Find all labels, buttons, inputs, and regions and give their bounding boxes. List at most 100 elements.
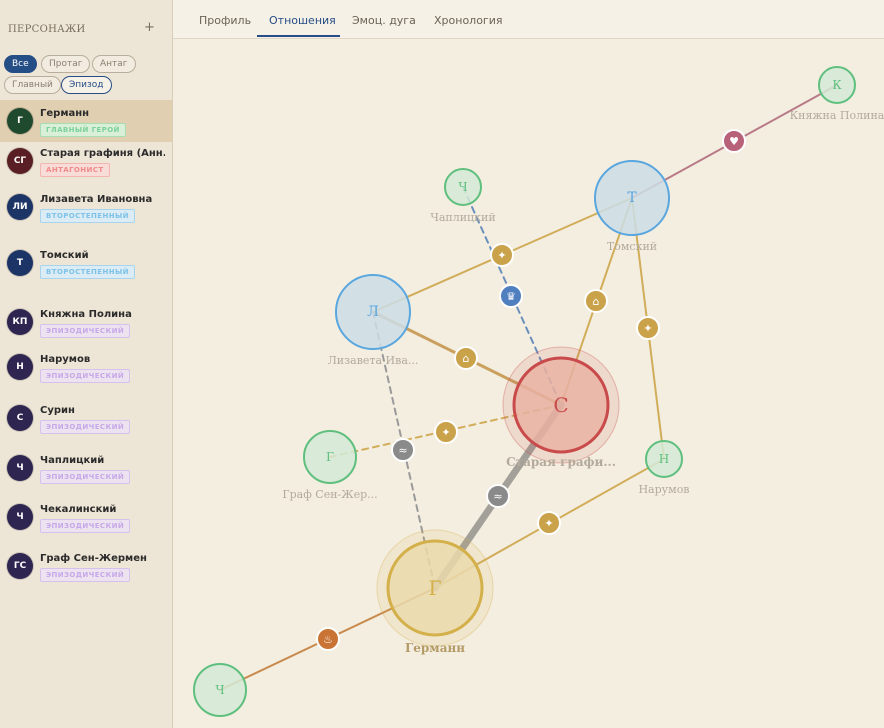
- character-node[interactable]: К Княжна Полина: [790, 66, 884, 122]
- avatar: Т: [7, 250, 33, 276]
- node-letter: Г: [428, 576, 441, 600]
- node-label: Томский: [607, 240, 657, 253]
- star-icon[interactable]: ✦: [636, 316, 660, 340]
- star-icon[interactable]: ✦: [537, 511, 561, 535]
- role-badge: ЭПИЗОДИЧЕСКИЙ: [40, 369, 131, 383]
- star-icon[interactable]: ✦: [434, 420, 458, 444]
- role-badge: ГЛАВНЫЙ ГЕРОЙ: [40, 123, 126, 137]
- character-item[interactable]: Ч Чаплицкий ЭПИЗОДИЧЕСКИЙ: [0, 447, 172, 489]
- filter-chip[interactable]: Протаг: [41, 55, 91, 73]
- character-item[interactable]: СГ Старая графиня (Анн... АНТАГОНИСТ: [0, 140, 172, 182]
- tab-relations[interactable]: Отношения: [269, 14, 336, 27]
- add-character-button[interactable]: +: [144, 20, 155, 35]
- avatar: Ч: [7, 455, 33, 481]
- character-item[interactable]: ЛИ Лизавета Ивановна ВТОРОСТЕПЕННЫЙ: [0, 186, 172, 228]
- node-letter: Г: [326, 450, 334, 464]
- role-badge: ЭПИЗОДИЧЕСКИЙ: [40, 519, 131, 533]
- node-letter: К: [832, 78, 842, 92]
- home-icon[interactable]: ⌂: [454, 346, 478, 370]
- badge-glyph: ✦: [441, 426, 450, 439]
- character-node[interactable]: Ч: [193, 663, 247, 717]
- character-item[interactable]: С Сурин ЭПИЗОДИЧЕСКИЙ: [0, 397, 172, 439]
- node-letter: Т: [627, 190, 637, 206]
- heart-icon[interactable]: ♥: [722, 129, 746, 153]
- character-node[interactable]: Т Томский: [594, 160, 670, 253]
- badge-glyph: ≈: [398, 444, 407, 457]
- node-label: Граф Сен-Жер...: [282, 488, 377, 501]
- character-name: Чекалинский: [40, 504, 117, 515]
- character-item[interactable]: Н Нарумов ЭПИЗОДИЧЕСКИЙ: [0, 346, 172, 388]
- character-name: Граф Сен-Жермен: [40, 553, 147, 564]
- character-item[interactable]: Г Германн ГЛАВНЫЙ ГЕРОЙ: [0, 100, 172, 142]
- avatar: Н: [7, 354, 33, 380]
- badge-glyph: ♥: [729, 135, 739, 148]
- character-node[interactable]: Г Германн: [376, 529, 494, 655]
- character-item[interactable]: Ч Чекалинский ЭПИЗОДИЧЕСКИЙ: [0, 496, 172, 538]
- node-letter: Ч: [458, 180, 467, 194]
- tab-emotional-arc[interactable]: Эмоц. дуга: [352, 14, 416, 27]
- character-item[interactable]: ГС Граф Сен-Жермен ЭПИЗОДИЧЕСКИЙ: [0, 545, 172, 587]
- node-label: Лизавета Ива...: [328, 354, 419, 367]
- role-badge: ЭПИЗОДИЧЕСКИЙ: [40, 470, 131, 484]
- role-badge: ЭПИЗОДИЧЕСКИЙ: [40, 568, 131, 582]
- character-item[interactable]: Т Томский ВТОРОСТЕПЕННЫЙ: [0, 242, 172, 284]
- character-name: Чаплицкий: [40, 455, 105, 466]
- role-badge: ВТОРОСТЕПЕННЫЙ: [40, 209, 135, 223]
- node-letter: Л: [367, 304, 379, 320]
- role-badge: ЭПИЗОДИЧЕСКИЙ: [40, 324, 131, 338]
- wave-icon[interactable]: ≈: [391, 438, 415, 462]
- flame-icon[interactable]: ♨: [316, 627, 340, 651]
- badge-glyph: ⌂: [463, 352, 470, 365]
- active-tab-indicator: [257, 35, 340, 37]
- role-badge: ЭПИЗОДИЧЕСКИЙ: [40, 420, 131, 434]
- badge-glyph: ✦: [497, 249, 506, 262]
- home-icon[interactable]: ⌂: [584, 289, 608, 313]
- avatar: СГ: [7, 148, 33, 174]
- node-label: Германн: [405, 641, 465, 655]
- avatar: Г: [7, 108, 33, 134]
- avatar: Ч: [7, 504, 33, 530]
- tab-profile[interactable]: Профиль: [199, 14, 251, 27]
- node-label: Княжна Полина: [790, 109, 884, 122]
- crown-icon[interactable]: ♛: [499, 284, 523, 308]
- avatar: ЛИ: [7, 194, 33, 220]
- node-label: Нарумов: [638, 483, 689, 496]
- avatar: ГС: [7, 553, 33, 579]
- character-node[interactable]: Г Граф Сен-Жер...: [282, 430, 378, 501]
- filter-chip[interactable]: Эпизод: [61, 76, 112, 94]
- character-name: Сурин: [40, 405, 75, 416]
- character-node[interactable]: Ч Чаплицкий: [430, 168, 496, 224]
- badge-glyph: ✦: [544, 517, 553, 530]
- character-name: Княжна Полина: [40, 309, 132, 320]
- sidebar-title: ПЕРСОНАЖИ: [8, 24, 86, 35]
- badge-glyph: ⌂: [593, 295, 600, 308]
- node-label: Чаплицкий: [430, 211, 495, 224]
- sidebar: ПЕРСОНАЖИ + Все Протаг Антаг Главный Эпизод …: [0, 0, 173, 728]
- node-label: Старая графи...: [506, 455, 616, 469]
- avatar: КП: [7, 309, 33, 335]
- filter-chip[interactable]: Антаг: [92, 55, 136, 73]
- node-letter: С: [553, 393, 568, 417]
- badge-glyph: ≈: [493, 490, 502, 503]
- badge-glyph: ✦: [643, 322, 652, 335]
- character-item[interactable]: КП Княжна Полина ЭПИЗОДИЧЕСКИЙ: [0, 301, 172, 343]
- node-layer: К Княжна Полина Т Томский Ч Чаплицкий Л Лизавет…: [193, 66, 884, 717]
- character-name: Нарумов: [40, 354, 91, 365]
- badge-glyph: ♨: [323, 633, 333, 646]
- filter-chip[interactable]: Главный: [4, 76, 61, 94]
- role-badge: АНТАГОНИСТ: [40, 163, 110, 177]
- sidebar-header: ПЕРСОНАЖИ +: [0, 0, 172, 50]
- star-icon[interactable]: ✦: [490, 243, 514, 267]
- filter-chip[interactable]: Все: [4, 55, 37, 73]
- character-node[interactable]: С Старая графи...: [502, 346, 620, 469]
- relations-graph[interactable]: К Княжна Полина Т Томский Ч Чаплицкий Л Лизавет…: [173, 39, 884, 728]
- character-node[interactable]: Л Лизавета Ива...: [328, 274, 419, 367]
- badge-glyph: ♛: [506, 290, 516, 303]
- wave-icon[interactable]: ≈: [486, 484, 510, 508]
- tab-timeline[interactable]: Хронология: [434, 14, 502, 27]
- node-letter: Ч: [215, 683, 224, 697]
- node-letter: Н: [659, 452, 669, 466]
- tab-bar: Профиль Отношения Эмоц. дуга Хронология: [173, 0, 884, 39]
- avatar: С: [7, 405, 33, 431]
- character-name: Германн: [40, 108, 90, 119]
